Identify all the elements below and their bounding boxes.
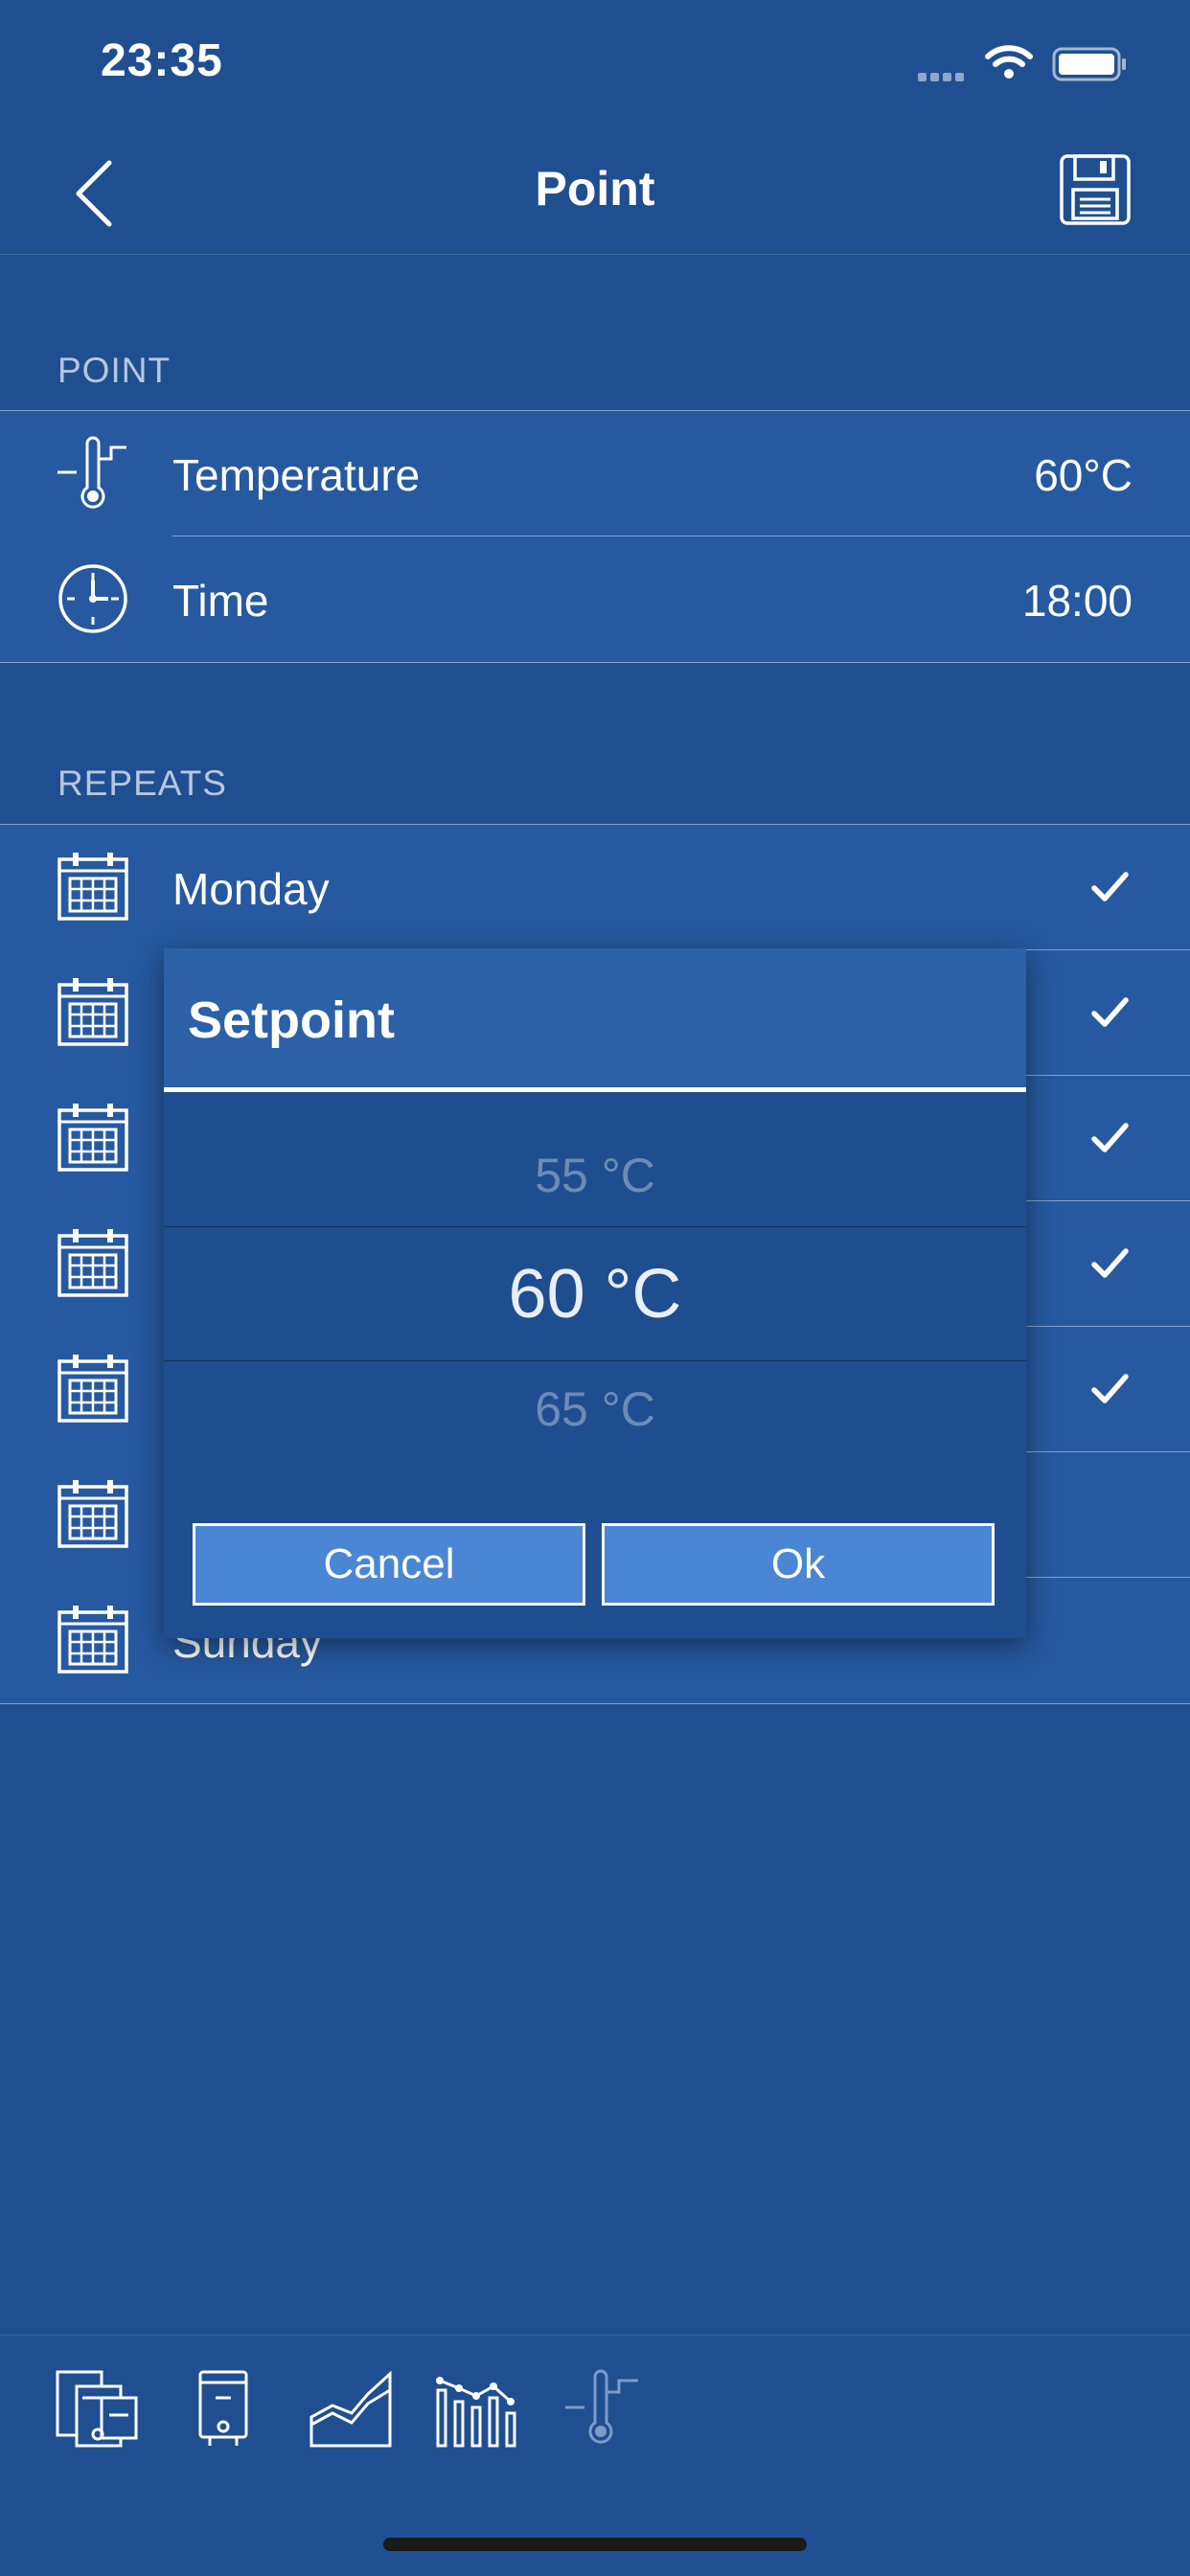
boiler-icon[interactable] bbox=[196, 2369, 250, 2448]
thermometer-icon bbox=[57, 436, 126, 509]
picker-option-previous[interactable]: 55 °C bbox=[164, 1148, 1026, 1203]
dialog-header: Setpoint bbox=[164, 948, 1026, 1092]
battery-icon bbox=[1052, 47, 1126, 81]
temperature-row[interactable]: Temperature 60°C bbox=[0, 411, 1190, 536]
dialog-title: Setpoint bbox=[188, 992, 395, 1049]
checkmark-icon bbox=[1088, 865, 1131, 907]
clock-icon bbox=[58, 564, 127, 633]
calendar-icon bbox=[57, 1227, 128, 1297]
devices-icon[interactable] bbox=[56, 2369, 140, 2448]
checkmark-icon bbox=[1088, 1116, 1131, 1158]
calendar-icon bbox=[57, 1478, 128, 1548]
time-label: Time bbox=[172, 576, 269, 626]
checkmark-icon bbox=[1088, 1367, 1131, 1409]
calendar-icon bbox=[57, 1353, 128, 1423]
thermometer-tab-icon[interactable] bbox=[563, 2369, 642, 2448]
picker-option-selected[interactable]: 60 °C bbox=[164, 1255, 1026, 1334]
area-chart-icon[interactable] bbox=[309, 2369, 393, 2448]
ok-button[interactable]: Ok bbox=[602, 1523, 995, 1606]
cellular-signal-icon bbox=[918, 69, 968, 86]
point-section-header: POINT bbox=[57, 351, 172, 390]
point-group: Temperature 60°C Time 18:00 bbox=[0, 410, 1190, 663]
navigation-bar: Point bbox=[0, 134, 1190, 255]
save-icon[interactable] bbox=[1059, 153, 1132, 226]
time-value: 18:00 bbox=[1021, 576, 1133, 626]
day-label: Monday bbox=[172, 864, 330, 914]
calendar-icon bbox=[57, 976, 128, 1046]
home-indicator bbox=[383, 2538, 807, 2551]
status-bar: 23:35 bbox=[0, 0, 1190, 134]
calendar-icon bbox=[57, 1604, 128, 1674]
calendar-icon bbox=[57, 1102, 128, 1172]
temperature-value: 60°C bbox=[1034, 450, 1133, 500]
cancel-button[interactable]: Cancel bbox=[193, 1523, 585, 1606]
day-row-monday[interactable]: Monday bbox=[0, 825, 1190, 950]
setpoint-dialog: Setpoint 55 °C 60 °C 65 °C Cancel Ok bbox=[164, 948, 1026, 1638]
checkmark-icon bbox=[1088, 991, 1131, 1033]
repeats-section-header: REPEATS bbox=[57, 764, 227, 803]
time-row[interactable]: Time 18:00 bbox=[0, 536, 1190, 662]
picker-divider bbox=[164, 1360, 1026, 1361]
picker-option-next[interactable]: 65 °C bbox=[164, 1381, 1026, 1437]
picker-divider bbox=[164, 1226, 1026, 1227]
temperature-label: Temperature bbox=[172, 450, 421, 500]
wifi-icon bbox=[985, 45, 1033, 79]
bar-line-chart-icon[interactable] bbox=[434, 2369, 518, 2448]
status-time: 23:35 bbox=[101, 35, 223, 86]
page-title: Point bbox=[535, 162, 655, 216]
calendar-icon bbox=[57, 851, 128, 921]
checkmark-icon bbox=[1088, 1242, 1131, 1284]
